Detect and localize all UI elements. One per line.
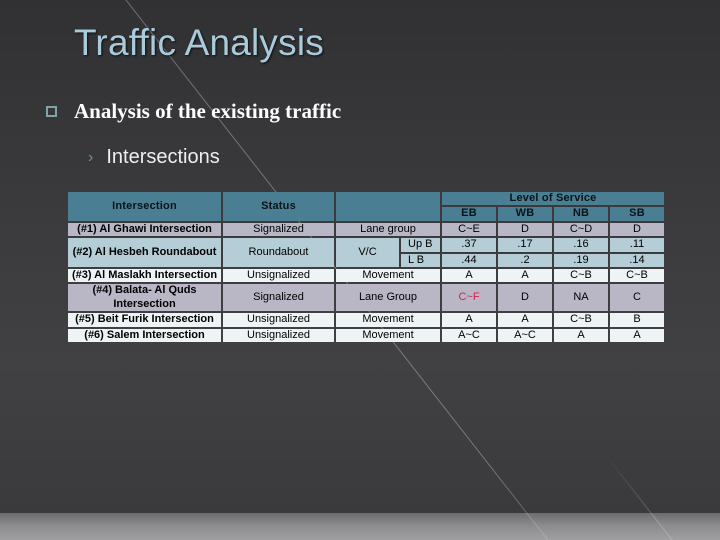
cell-sub-label: Up B — [401, 238, 440, 252]
cell-status: Unsignalized — [223, 313, 334, 327]
cell-los-wb: A — [498, 313, 552, 327]
cell-status: Signalized — [223, 284, 334, 312]
cell-intersection-name: (#5) Beit Furik Intersection — [68, 313, 221, 327]
cell-los-nb: A — [554, 328, 608, 343]
cell-los-wb: .2 — [498, 253, 552, 268]
cell-los-sb: C~B — [610, 269, 665, 283]
column-group-header-level-of-service: Level of Service — [442, 192, 665, 206]
cell-sub-label: L B — [401, 253, 440, 268]
cell-los-nb: .19 — [554, 253, 608, 268]
cell-los-eb: C~F — [442, 284, 496, 312]
cell-method: Lane Group — [336, 284, 440, 312]
cell-los-eb: A~C — [442, 328, 496, 343]
table-head: Intersection Status Level of Service EB … — [68, 192, 665, 221]
table-row: (#4) Balata- Al Quds Intersection Signali… — [68, 284, 665, 312]
table-row: (#2) Al Hesbeh Roundabout Roundabout V/C Up… — [68, 238, 665, 268]
bullet-level1-label: Analysis of the existing traffic — [74, 99, 342, 123]
column-header-nb: NB — [554, 207, 608, 221]
slide-background-light-strip — [0, 513, 720, 540]
bullet-item-level1: Analysis of the existing traffic — [46, 99, 341, 124]
table-row: (#6) Salem Intersection Unsignalized Movem… — [68, 328, 665, 343]
cell-los-sb: B — [610, 313, 665, 327]
square-bullet-icon — [46, 106, 57, 117]
column-header-eb: EB — [442, 207, 496, 221]
intersections-table: Intersection Status Level of Service EB … — [66, 190, 666, 344]
table-row: (#5) Beit Furik Intersection Unsignalized… — [68, 313, 665, 327]
cell-los-sb: .14 — [610, 253, 665, 268]
cell-los-wb: D — [498, 222, 552, 237]
cell-los-nb: C~B — [554, 269, 608, 283]
cell-method: Lane group — [336, 222, 440, 237]
cell-los-sb: .11 — [610, 238, 665, 252]
chevron-right-icon: › — [88, 148, 94, 166]
column-header-method — [336, 192, 440, 221]
cell-los-nb: .16 — [554, 238, 608, 252]
cell-los-nb: C~D — [554, 222, 608, 237]
cell-intersection-name: (#2) Al Hesbeh Roundabout — [68, 238, 221, 268]
cell-los-wb: A~C — [498, 328, 552, 343]
cell-status: Signalized — [223, 222, 334, 237]
page-title: Traffic Analysis — [74, 22, 324, 63]
cell-method: Movement — [336, 328, 440, 343]
column-header-wb: WB — [498, 207, 552, 221]
cell-los-nb: NA — [554, 284, 608, 312]
bullet-level2-label: Intersections — [106, 146, 220, 168]
intersections-table-wrapper: Intersection Status Level of Service EB … — [66, 190, 665, 344]
table-row: (#1) Al Ghawi Intersection Signalized Lane… — [68, 222, 665, 237]
cell-los-wb: A — [498, 269, 552, 283]
cell-los-sb: A — [610, 328, 665, 343]
cell-intersection-name: (#1) Al Ghawi Intersection — [68, 222, 221, 237]
cell-intersection-name: (#4) Balata- Al Quds Intersection — [68, 284, 221, 312]
cell-los-wb: .17 — [498, 238, 552, 252]
cell-method: Movement — [336, 269, 440, 283]
cell-los-sb: D — [610, 222, 665, 237]
cell-los-eb: C~E — [442, 222, 496, 237]
cell-method: Movement — [336, 313, 440, 327]
slide-canvas: Traffic Analysis Analysis of the existin… — [0, 0, 720, 540]
table-body: (#1) Al Ghawi Intersection Signalized Lane… — [68, 222, 665, 343]
cell-los-eb: A — [442, 313, 496, 327]
cell-method: V/C — [336, 238, 399, 268]
bullet-item-level2: › Intersections — [88, 146, 220, 169]
cell-intersection-name: (#6) Salem Intersection — [68, 328, 221, 343]
table-row: (#3) Al Maslakh Intersection Unsignalized… — [68, 269, 665, 283]
column-header-status: Status — [223, 192, 334, 221]
cell-status: Roundabout — [223, 238, 334, 268]
cell-los-nb: C~B — [554, 313, 608, 327]
cell-los-sb: C — [610, 284, 665, 312]
table-header-row-1: Intersection Status Level of Service — [68, 192, 665, 221]
column-header-sb: SB — [610, 207, 665, 221]
column-header-intersection: Intersection — [68, 192, 221, 221]
cell-status: Unsignalized — [223, 328, 334, 343]
cell-status: Unsignalized — [223, 269, 334, 283]
cell-los-eb: .37 — [442, 238, 496, 252]
cell-los-eb: A — [442, 269, 496, 283]
cell-los-eb: .44 — [442, 253, 496, 268]
cell-intersection-name: (#3) Al Maslakh Intersection — [68, 269, 221, 283]
cell-los-wb: D — [498, 284, 552, 312]
